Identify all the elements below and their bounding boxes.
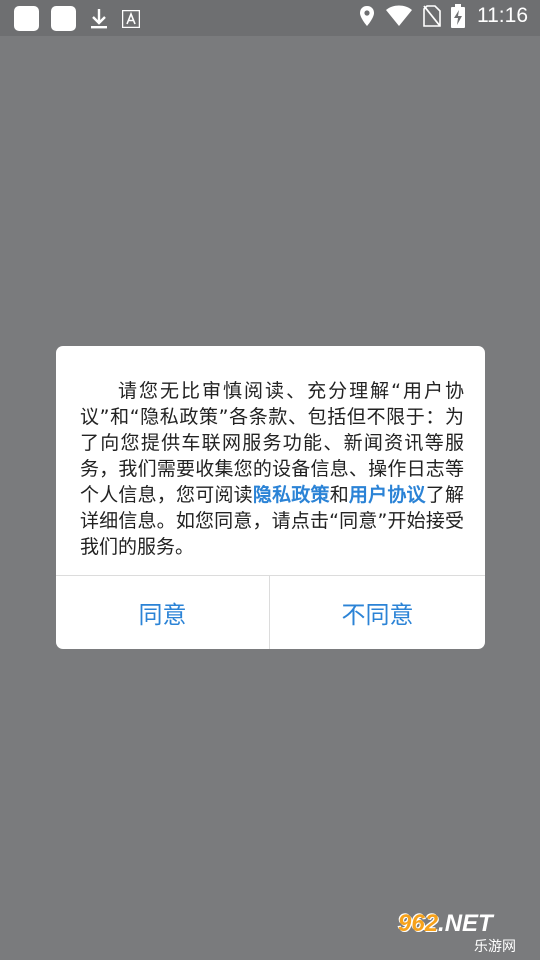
watermark-number: 962 [398,910,439,937]
app-square-icon [51,6,76,31]
status-bar-left [14,6,140,31]
status-bar-right: 11:16 [359,4,528,28]
disagree-button[interactable]: 不同意 [270,576,485,649]
site-watermark: 962.NET 乐游网 [398,910,532,955]
user-agreement-link[interactable]: 用户协议 [349,484,426,506]
battery-charging-icon [451,4,465,28]
watermark-subtitle: 乐游网 [474,939,516,955]
privacy-policy-link[interactable]: 隐私政策 [253,484,330,506]
wifi-icon [386,5,412,26]
privacy-consent-dialog: 请您无比审慎阅读、充分理解“用户协议”和“隐私政策”各条款、包括但不限于：为了向… [56,346,485,649]
status-bar: 11:16 [0,0,540,36]
font-icon [122,9,140,28]
watermark-logo: 962.NET [398,910,493,938]
message-and: 和 [329,484,349,506]
status-time: 11:16 [477,4,528,27]
download-icon [91,8,107,28]
app-square-icon [14,6,39,31]
agree-button[interactable]: 同意 [56,576,269,649]
no-sim-icon [423,5,441,27]
location-icon [360,6,374,26]
dialog-message: 请您无比审慎阅读、充分理解“用户协议”和“隐私政策”各条款、包括但不限于：为了向… [80,378,464,560]
watermark-suffix: .NET [438,910,493,937]
